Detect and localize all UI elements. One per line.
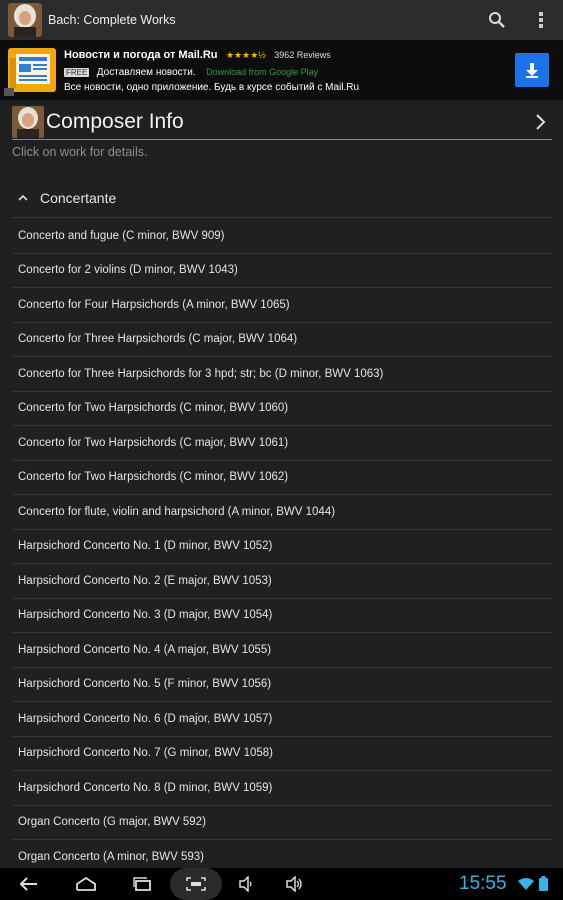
back-icon xyxy=(19,877,37,891)
volume-down-button[interactable] xyxy=(222,868,270,900)
newspaper-icon xyxy=(4,44,60,96)
list-item[interactable]: Concerto for Four Harpsichords (A minor,… xyxy=(12,288,552,323)
list-item[interactable]: Concerto and fugue (C minor, BWV 909) xyxy=(12,219,552,254)
system-nav-bar: 15:55 xyxy=(0,868,563,900)
list-item[interactable]: Harpsichord Concerto No. 7 (G minor, BWV… xyxy=(12,737,552,771)
chevron-right-icon xyxy=(536,113,546,130)
recent-apps-icon xyxy=(133,877,151,891)
list-item[interactable]: Concerto for Two Harpsichords (C minor, … xyxy=(12,392,552,426)
group-title: Concertante xyxy=(40,189,117,206)
ad-reviews: 3962 Reviews xyxy=(274,49,331,60)
ad-free-badge: FREE xyxy=(64,67,90,77)
bach-portrait-icon[interactable] xyxy=(8,3,42,37)
ad-rating-stars: ★★★★½ xyxy=(225,49,266,60)
list-item[interactable]: Organ Concerto (G major, BWV 592) xyxy=(12,806,552,840)
composer-info-title: Composer Info xyxy=(46,109,184,133)
status-icons xyxy=(517,876,548,891)
list-item[interactable]: Harpsichord Concerto No. 1 (D minor, BWV… xyxy=(12,530,552,564)
app-title: Bach: Complete Works xyxy=(48,13,176,27)
recent-apps-button[interactable] xyxy=(114,868,170,900)
ad-description: Все новости, одно приложение. Будь в кур… xyxy=(64,81,360,93)
list-item[interactable]: Concerto for Two Harpsichords (C minor, … xyxy=(12,461,552,495)
chevron-up-icon xyxy=(18,194,28,201)
composer-info-row[interactable]: Composer Info xyxy=(12,104,552,140)
group-header-concertante[interactable]: Concertante xyxy=(12,178,552,218)
ad-banner[interactable]: Новости и погода от Mail.Ru ★★★★½ 3962 R… xyxy=(0,40,563,100)
volume-up-button[interactable] xyxy=(270,868,318,900)
screenshot-button[interactable] xyxy=(170,868,222,900)
download-icon xyxy=(526,63,538,78)
search-icon xyxy=(489,12,505,28)
home-button[interactable] xyxy=(58,868,114,900)
screenshot-icon xyxy=(186,877,206,891)
back-button[interactable] xyxy=(0,868,58,900)
home-icon xyxy=(76,877,96,891)
overflow-menu-button[interactable] xyxy=(519,0,563,40)
list-item[interactable]: Harpsichord Concerto No. 5 (F minor, BWV… xyxy=(12,668,552,702)
ad-title: Новости и погода от Mail.Ru xyxy=(64,48,218,61)
battery-icon xyxy=(539,876,548,891)
list-item[interactable]: Harpsichord Concerto No. 6 (D major, BWV… xyxy=(12,702,552,737)
search-button[interactable] xyxy=(475,0,519,40)
list-item[interactable]: Harpsichord Concerto No. 4 (A major, BWV… xyxy=(12,633,552,668)
list-item[interactable]: Concerto for Two Harpsichords (C major, … xyxy=(12,426,552,461)
list-item[interactable]: Harpsichord Concerto No. 8 (D minor, BWV… xyxy=(12,771,552,806)
ad-download-button[interactable] xyxy=(515,53,549,87)
list-item[interactable]: Concerto for flute, violin and harpsicho… xyxy=(12,495,552,530)
bach-portrait-icon xyxy=(12,105,44,138)
ad-text[interactable]: Новости и погода от Mail.Ru ★★★★½ 3962 R… xyxy=(64,46,515,95)
list-item[interactable]: Harpsichord Concerto No. 2 (E major, BWV… xyxy=(12,564,552,599)
click-hint: Click on work for details. xyxy=(12,145,148,159)
status-clock: 15:55 xyxy=(459,873,507,894)
volume-down-icon xyxy=(239,876,252,892)
ad-subtitle: Доставляем новости. xyxy=(96,66,196,78)
list-item[interactable]: Concerto for Three Harpsichords for 3 hp… xyxy=(12,357,552,392)
volume-up-icon xyxy=(286,876,302,892)
overflow-menu-icon xyxy=(539,12,543,28)
works-list: Concerto and fugue (C minor, BWV 909) Co… xyxy=(12,219,552,875)
list-item[interactable]: Concerto for 2 violins (D minor, BWV 104… xyxy=(12,254,552,288)
action-bar: Bach: Complete Works xyxy=(0,0,563,40)
list-item[interactable]: Harpsichord Concerto No. 3 (D major, BWV… xyxy=(12,599,552,633)
ad-store-text: Download from Google Play xyxy=(206,66,319,77)
wifi-icon xyxy=(518,877,534,890)
list-item[interactable]: Concerto for Three Harpsichords (C major… xyxy=(12,323,552,357)
